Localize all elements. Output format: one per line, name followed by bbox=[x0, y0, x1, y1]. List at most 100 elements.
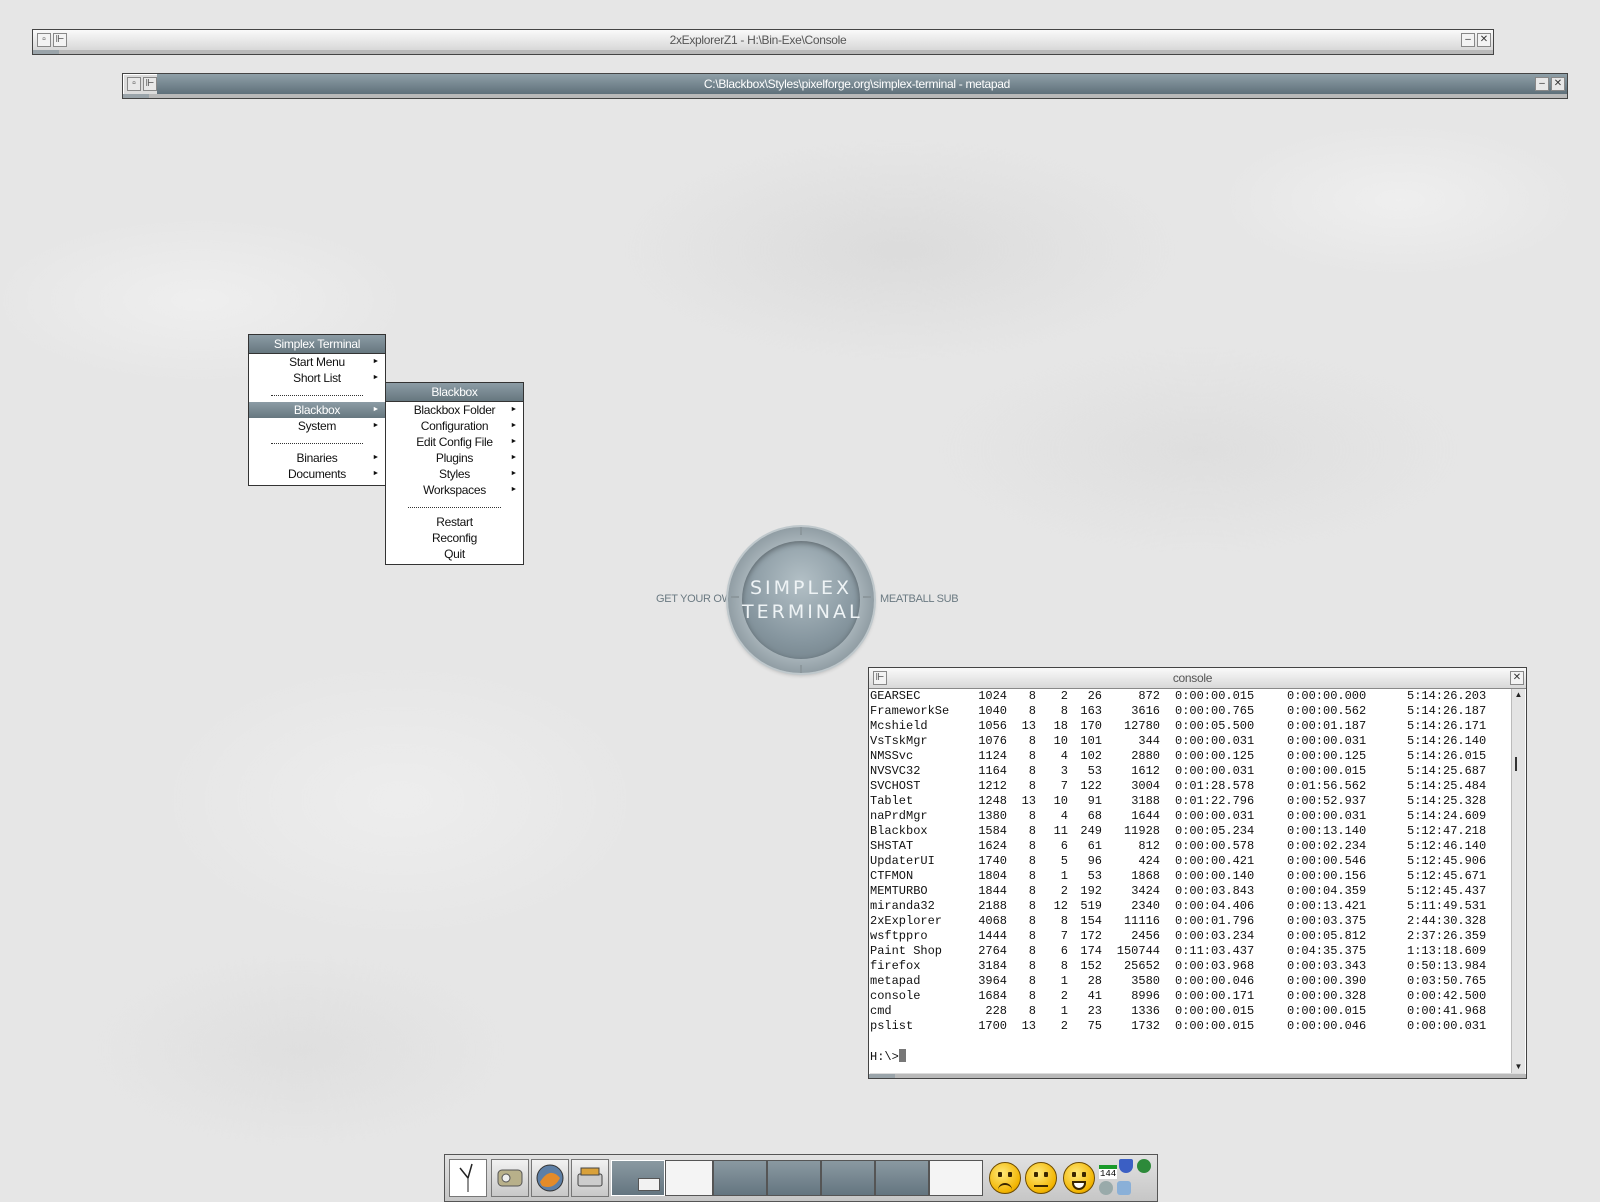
process-threads: 5 bbox=[1060, 854, 1068, 868]
process-name: wsftppro bbox=[870, 929, 928, 943]
console-window[interactable]: ⊩ console ✕ GEARSEC 1024 8 2 26 872 0:00:00.01… bbox=[868, 667, 1527, 1079]
workspace-7[interactable] bbox=[929, 1160, 983, 1196]
neutral-smiley-icon[interactable] bbox=[1025, 1162, 1057, 1194]
process-cpu-time: 0:00:00.015 bbox=[1175, 1019, 1255, 1033]
table-row: CTFMON 1804 8 1 53 1868 0:00:00.140 0:00:00.156… bbox=[870, 869, 1512, 884]
metapad-resize-strip[interactable] bbox=[123, 94, 1567, 98]
submenu-arrow-icon: ► bbox=[372, 470, 379, 477]
scroll-thumb[interactable] bbox=[1515, 757, 1523, 771]
menu-item-documents[interactable]: Documents ► bbox=[249, 466, 385, 482]
workspace-6[interactable] bbox=[875, 1160, 929, 1196]
process-elapsed-time: 0:00:00.562 bbox=[1287, 704, 1367, 718]
scroll-up-icon[interactable]: ▲ bbox=[1512, 689, 1525, 701]
metapad-titlebar[interactable]: C:\Blackbox\Styles\pixelforge.org\simple… bbox=[157, 74, 1567, 95]
shade-icon[interactable]: ⊩ bbox=[873, 671, 887, 685]
messenger-icon[interactable] bbox=[1117, 1181, 1131, 1195]
menu-item-quit[interactable]: Quit bbox=[386, 546, 523, 562]
metapad-window[interactable]: C:\Blackbox\Styles\pixelforge.org\simple… bbox=[122, 73, 1568, 99]
process-private-mem: 8996 bbox=[1131, 989, 1160, 1003]
menu-item-reconfig[interactable]: Reconfig bbox=[386, 530, 523, 546]
sticky-icon[interactable]: ▫ bbox=[37, 33, 51, 47]
angry-smiley-icon[interactable] bbox=[989, 1162, 1021, 1194]
console-prompt-line[interactable]: H:\> bbox=[870, 1049, 1512, 1064]
console-titlebar[interactable]: ⊩ console ✕ bbox=[869, 668, 1526, 689]
process-elapsed-time: 0:00:03.375 bbox=[1287, 914, 1367, 928]
process-priority: 8 bbox=[1028, 929, 1036, 943]
process-cpu-time: 0:00:00.171 bbox=[1175, 989, 1255, 1003]
table-row: Paint Shop 2764 8 6 174 150744 0:11:03.437 0:04… bbox=[870, 944, 1512, 959]
menu-item-edit-config-file[interactable]: Edit Config File ► bbox=[386, 434, 523, 450]
process-name: FrameworkSe bbox=[870, 704, 950, 718]
explorer-window[interactable]: ▫ ⊩ 2xExplorerZ1 - H:\Bin-Exe\Console – … bbox=[32, 29, 1494, 55]
process-elapsed-time: 0:00:04.359 bbox=[1287, 884, 1367, 898]
process-start-time: 0:00:41.968 bbox=[1407, 1004, 1487, 1018]
menu-item-system[interactable]: System ► bbox=[249, 418, 385, 434]
menu-item-styles[interactable]: Styles ► bbox=[386, 466, 523, 482]
menu-item-blackbox-folder[interactable]: Blackbox Folder ► bbox=[386, 402, 523, 418]
process-cpu-time: 0:00:00.421 bbox=[1175, 854, 1255, 868]
process-pid: 1804 bbox=[978, 869, 1007, 883]
workspace-4[interactable] bbox=[767, 1160, 821, 1196]
close-icon[interactable]: ✕ bbox=[1551, 77, 1565, 91]
explorer-resize-strip[interactable] bbox=[33, 50, 1493, 54]
text-cursor bbox=[898, 1049, 906, 1062]
workspace-3[interactable] bbox=[713, 1160, 767, 1196]
process-start-time: 1:13:18.609 bbox=[1407, 944, 1487, 958]
process-threads: 6 bbox=[1060, 839, 1068, 853]
process-cpu-time: 0:00:00.140 bbox=[1175, 869, 1255, 883]
process-start-time: 5:12:46.140 bbox=[1407, 839, 1487, 853]
logo-line-2: TERMINAL bbox=[742, 601, 863, 623]
close-icon[interactable]: ✕ bbox=[1477, 33, 1491, 47]
workspace-5[interactable] bbox=[821, 1160, 875, 1196]
menu-item-start-menu[interactable]: Start Menu ► bbox=[249, 354, 385, 370]
process-handles: 96 bbox=[1087, 854, 1102, 868]
workspace-1[interactable] bbox=[611, 1160, 665, 1196]
minimize-icon[interactable]: – bbox=[1535, 77, 1549, 91]
close-icon[interactable]: ✕ bbox=[1510, 671, 1524, 685]
menu-item-workspaces[interactable]: Workspaces ► bbox=[386, 482, 523, 498]
process-cpu-time: 0:00:01.796 bbox=[1175, 914, 1255, 928]
shade-icon[interactable]: ⊩ bbox=[53, 33, 67, 47]
process-name: Mcshield bbox=[870, 719, 928, 733]
menu-item-restart[interactable]: Restart bbox=[386, 514, 523, 530]
process-start-time: 0:03:50.765 bbox=[1407, 974, 1487, 988]
menu-item-configuration[interactable]: Configuration ► bbox=[386, 418, 523, 434]
process-pid: 1164 bbox=[978, 764, 1007, 778]
network-icon[interactable] bbox=[1137, 1159, 1151, 1173]
grin-smiley-icon[interactable] bbox=[1063, 1162, 1095, 1194]
minimize-icon[interactable]: – bbox=[1461, 33, 1475, 47]
launcher-tools-icon[interactable] bbox=[491, 1159, 529, 1197]
shield-icon[interactable] bbox=[1119, 1159, 1133, 1173]
console-scrollbar[interactable]: ▲ ▼ bbox=[1511, 689, 1525, 1073]
process-threads: 8 bbox=[1060, 704, 1068, 718]
launcher-drive-icon[interactable] bbox=[571, 1159, 609, 1197]
shade-icon[interactable]: ⊩ bbox=[143, 77, 157, 91]
process-pid: 1444 bbox=[978, 929, 1007, 943]
console-output[interactable]: GEARSEC 1024 8 2 26 872 0:00:00.015 0:00:00.000… bbox=[870, 689, 1512, 1073]
process-threads: 12 bbox=[1053, 899, 1068, 913]
launcher-browser-icon[interactable] bbox=[531, 1159, 569, 1197]
process-elapsed-time: 0:00:05.812 bbox=[1287, 929, 1367, 943]
menu-item-short-list[interactable]: Short List ► bbox=[249, 370, 385, 386]
clock-icon[interactable] bbox=[449, 1159, 487, 1197]
process-private-mem: 3580 bbox=[1131, 974, 1160, 988]
process-handles: 101 bbox=[1080, 734, 1102, 748]
process-pid: 3964 bbox=[978, 974, 1007, 988]
process-handles: 53 bbox=[1087, 869, 1102, 883]
scroll-down-icon[interactable]: ▼ bbox=[1512, 1061, 1525, 1073]
menu-item-plugins[interactable]: Plugins ► bbox=[386, 450, 523, 466]
workspace-2[interactable] bbox=[665, 1160, 713, 1196]
process-name: firefox bbox=[870, 959, 921, 973]
submenu-arrow-icon: ► bbox=[510, 454, 517, 461]
menu-item-binaries[interactable]: Binaries ► bbox=[249, 450, 385, 466]
process-elapsed-time: 0:00:02.234 bbox=[1287, 839, 1367, 853]
console-resize-strip[interactable] bbox=[869, 1074, 1526, 1078]
sticky-icon[interactable]: ▫ bbox=[127, 77, 141, 91]
process-name: SVCHOST bbox=[870, 779, 921, 793]
speaker-icon[interactable] bbox=[1099, 1181, 1113, 1195]
explorer-titlebar[interactable]: ▫ ⊩ 2xExplorerZ1 - H:\Bin-Exe\Console – … bbox=[33, 30, 1493, 51]
process-pid: 2764 bbox=[978, 944, 1007, 958]
menu-item-blackbox[interactable]: Blackbox ► bbox=[249, 402, 385, 418]
process-private-mem: 812 bbox=[1138, 839, 1160, 853]
process-name: cmd bbox=[870, 1004, 892, 1018]
